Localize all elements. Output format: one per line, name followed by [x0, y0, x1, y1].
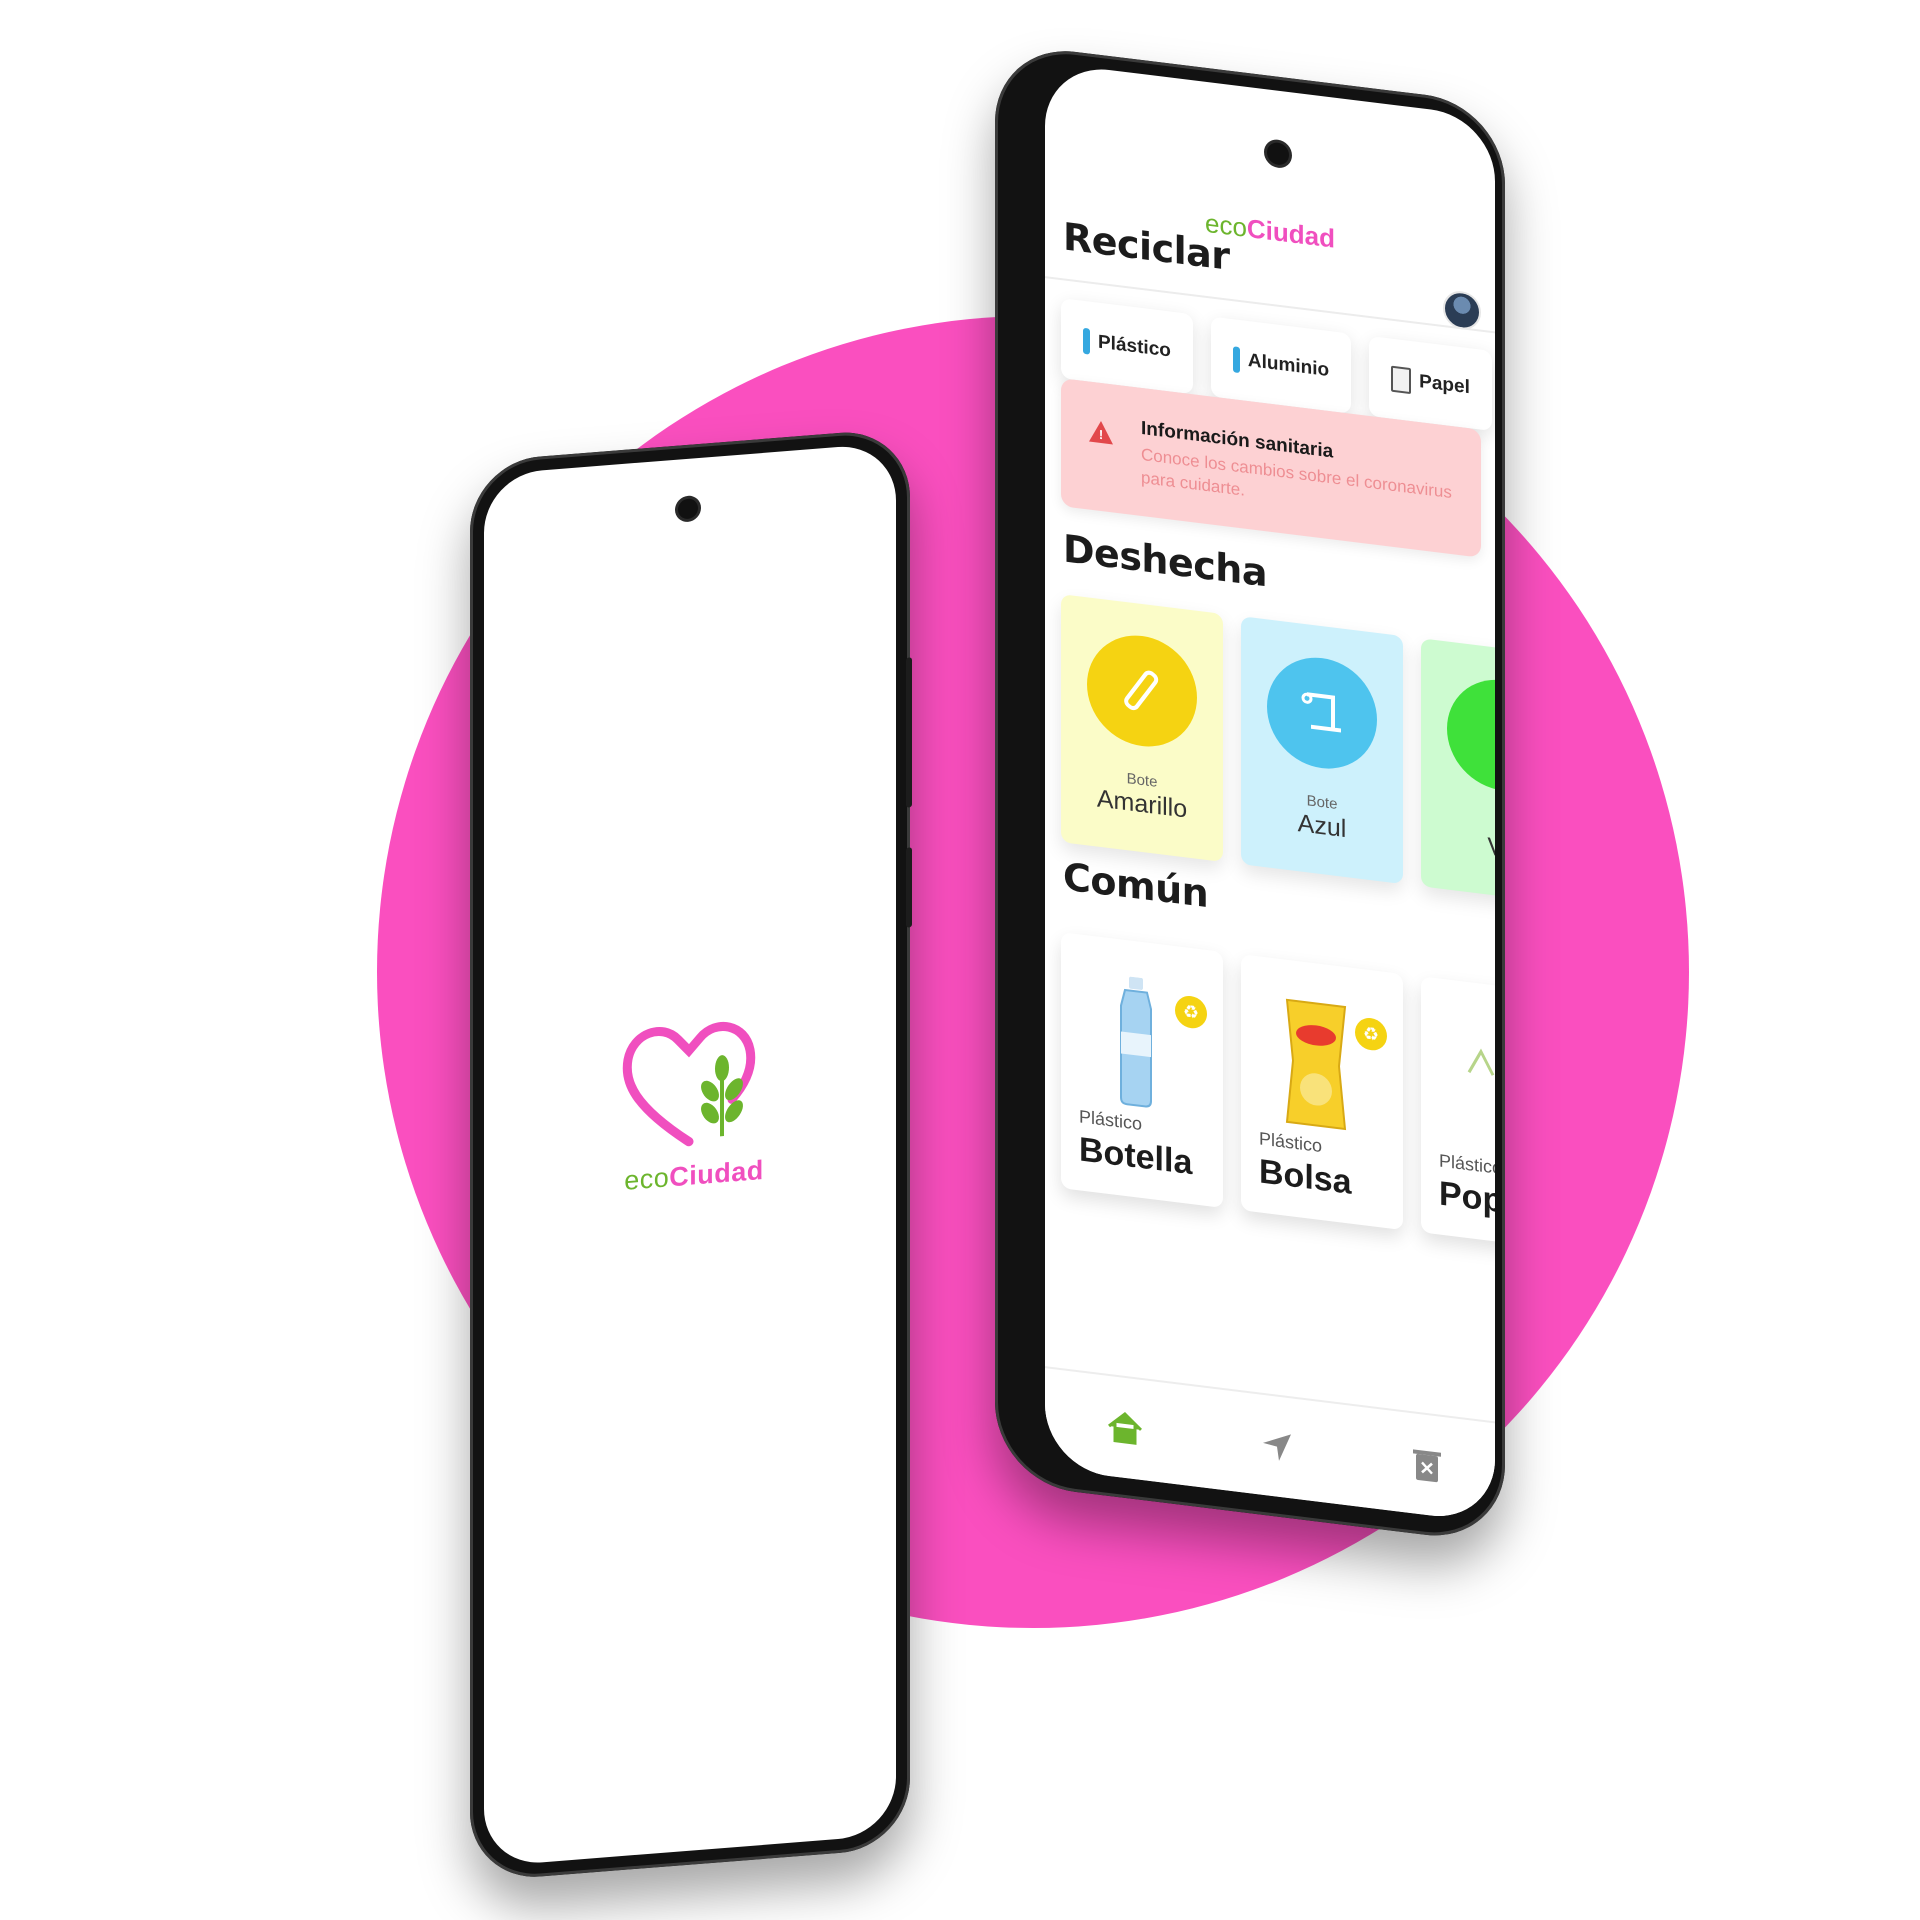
- recycle-badge-icon: ♻: [1355, 1016, 1387, 1053]
- chip-label: Aluminio: [1247, 350, 1330, 382]
- popcorn-image: [1467, 1048, 1495, 1076]
- home-icon[interactable]: [1105, 1406, 1145, 1451]
- bottle-icon: [1087, 629, 1197, 753]
- section-title-deshecha: Deshecha: [1063, 526, 1267, 596]
- section-title-comun: Común: [1063, 854, 1209, 917]
- home-screen: ecoCiudad Reciclar Plástico Aluminio Pap…: [1045, 62, 1495, 1524]
- chip-label: Plástico: [1098, 331, 1171, 362]
- item-name: Pop: [1439, 1174, 1495, 1221]
- phone-splash: ecoCiudad: [470, 427, 912, 1883]
- bin-card-amarillo[interactable]: Bote Amarillo: [1061, 594, 1223, 862]
- warning-icon-mark: !: [1098, 426, 1104, 443]
- phone-home: ecoCiudad Reciclar Plástico Aluminio Pap…: [995, 42, 1505, 1545]
- item-name: Bolsa: [1259, 1152, 1352, 1202]
- bin-cards: Bote Amarillo Bote Azul B Ve: [1061, 594, 1495, 907]
- heart-leaf-logo-icon: [622, 1022, 756, 1147]
- brand-ciudad-text: Ciudad: [669, 1154, 764, 1193]
- item-card-pop[interactable]: Plástico Pop: [1421, 976, 1495, 1253]
- paper-scroll-icon: [1267, 651, 1377, 775]
- item-card-bolsa[interactable]: ♻ Plástico Bolsa: [1241, 954, 1403, 1231]
- paper-icon: [1391, 365, 1412, 395]
- chips-bag-image: [1285, 998, 1347, 1131]
- brand-eco-text: eco: [624, 1162, 670, 1196]
- bin-label-name: Ve: [1487, 832, 1495, 865]
- bin-card-azul[interactable]: Bote Azul: [1241, 616, 1403, 885]
- power-button: [906, 847, 912, 928]
- splash-screen: ecoCiudad: [484, 442, 896, 1867]
- common-items: ♻ Plástico Botella ♻ Plástico Bolsa Plás…: [1061, 932, 1495, 1253]
- camera-icon: [1267, 141, 1289, 167]
- volume-button: [906, 657, 912, 808]
- chip-label: Papel: [1419, 371, 1470, 399]
- brand-ciudad-text: Ciudad: [1246, 212, 1336, 254]
- water-bottle-image: [1120, 976, 1152, 1108]
- item-card-botella[interactable]: ♻ Plástico Botella: [1061, 932, 1223, 1208]
- chip-papel[interactable]: Papel: [1369, 335, 1492, 432]
- bottle-icon: [1083, 327, 1090, 355]
- camera-icon: [678, 498, 698, 520]
- bin-circle-green: [1447, 673, 1495, 798]
- bin-card-verde[interactable]: B Ve: [1421, 638, 1495, 907]
- can-icon: [1232, 346, 1240, 374]
- recycle-badge-icon: ♻: [1175, 994, 1207, 1031]
- location-arrow-icon[interactable]: [1257, 1424, 1297, 1469]
- item-name: Botella: [1079, 1130, 1193, 1183]
- trash-icon[interactable]: [1407, 1443, 1447, 1488]
